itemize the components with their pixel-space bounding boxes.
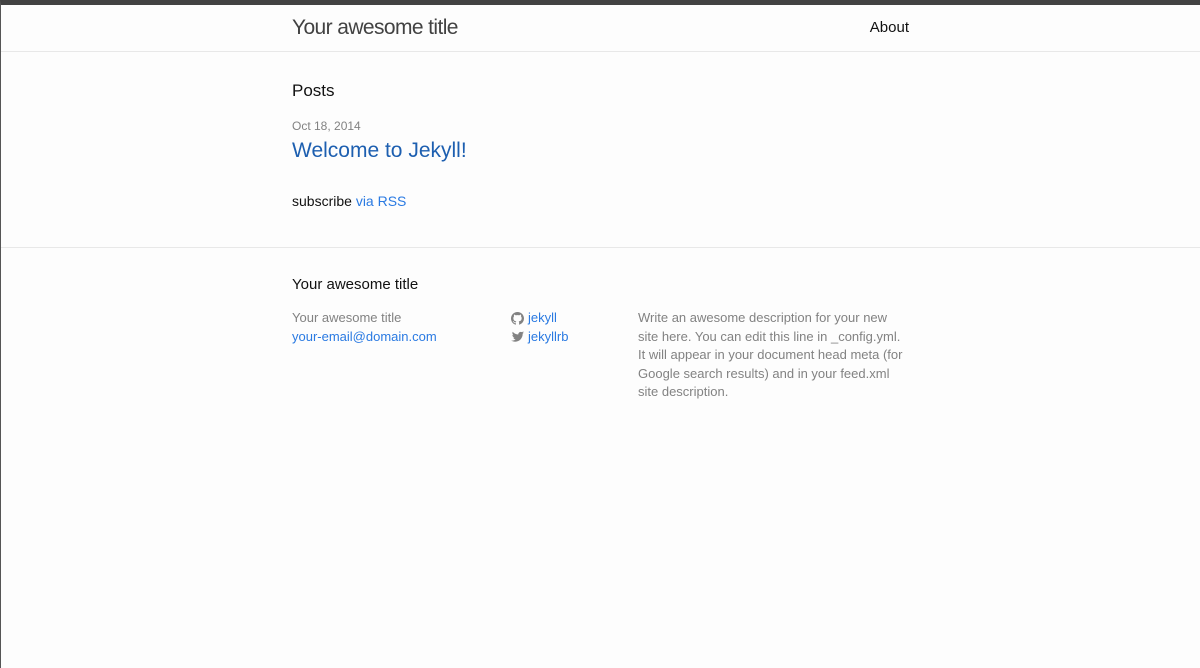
github-link[interactable]: jekyll [528, 309, 557, 328]
footer-description-column: Write an awesome description for your ne… [638, 309, 910, 402]
posts-heading: Posts [292, 81, 335, 100]
site-title-link[interactable]: Your awesome title [292, 15, 458, 41]
footer-email-link[interactable]: your-email@domain.com [292, 329, 437, 344]
site-description: Write an awesome description for your ne… [638, 310, 903, 399]
social-twitter-row: jekyllrb [511, 328, 631, 347]
footer-site-name: Your awesome title [292, 310, 402, 325]
footer-social-column: jekyll jekyllrb [511, 309, 631, 346]
browser-viewport: Your awesome title About Posts Oct 18, 2… [0, 0, 1200, 668]
social-github-row: jekyll [511, 309, 631, 328]
github-icon [511, 311, 524, 325]
site-header: Your awesome title About [1, 5, 1200, 52]
site-footer: Your awesome title Your awesome title yo… [1, 248, 1200, 668]
rss-prefix: subscribe [292, 193, 352, 209]
footer-contact-column: Your awesome title your-email@domain.com [292, 309, 502, 346]
post-link-welcome[interactable]: Welcome to Jekyll! [292, 138, 467, 164]
rss-subscribe: subscribe via RSS [292, 193, 406, 210]
post-date: Oct 18, 2014 [292, 119, 361, 133]
footer-heading: Your awesome title [292, 276, 419, 293]
twitter-icon [511, 331, 524, 342]
nav-link-about[interactable]: About [870, 19, 909, 37]
rss-link[interactable]: via RSS [356, 193, 407, 209]
twitter-link[interactable]: jekyllrb [528, 328, 568, 347]
page-content: Posts Oct 18, 2014 Welcome to Jekyll! su… [1, 52, 1200, 248]
